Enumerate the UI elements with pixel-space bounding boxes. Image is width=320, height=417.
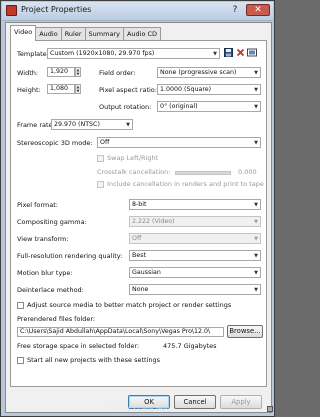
tab-strip: Video Audio Ruler Summary Audio CD — [10, 25, 162, 41]
chevron-down-icon: ▼ — [254, 104, 258, 110]
width-label: Width: — [17, 69, 39, 77]
par-label: Pixel aspect ratio: — [99, 86, 157, 94]
save-icon[interactable] — [223, 48, 233, 58]
frame-rate-value: 29.970 (NTSC) — [54, 121, 100, 128]
view-transform-select[interactable]: Off ▼ — [129, 233, 261, 244]
help-button[interactable]: ? — [228, 4, 242, 16]
stereo-label: Stereoscopic 3D mode: — [17, 139, 93, 147]
crosstalk-slider[interactable] — [175, 171, 231, 175]
adjust-media-label: Adjust source media to better match proj… — [27, 301, 232, 309]
include-checkbox[interactable] — [97, 181, 104, 188]
start-all-checkbox[interactable] — [17, 357, 24, 364]
tab-audio-cd[interactable]: Audio CD — [122, 27, 162, 41]
pixel-format-value: 8-bit — [132, 201, 147, 208]
stereo-value: Off — [100, 139, 110, 146]
chevron-down-icon: ▼ — [254, 70, 258, 76]
window-title: Project Properties — [21, 5, 92, 14]
dialog-window: Project Properties ? ✕ Video Audio Ruler… — [0, 0, 275, 417]
deinterlace-select[interactable]: None ▼ — [129, 284, 261, 295]
image-caption: 516x757 59kb PNG — [107, 406, 170, 414]
title-bar: Project Properties ? ✕ — [2, 2, 273, 21]
crosstalk-label: Crosstalk cancellation: — [97, 168, 171, 176]
crosstalk-value: 0.000 — [238, 168, 257, 176]
chevron-down-icon: ▼ — [254, 202, 258, 208]
chevron-down-icon: ▼ — [126, 122, 130, 128]
browse-button[interactable]: Browse... — [227, 325, 263, 338]
close-button[interactable]: ✕ — [246, 4, 270, 16]
view-transform-label: View transform: — [17, 235, 69, 243]
app-icon — [6, 5, 17, 16]
match-media-icon[interactable] — [247, 48, 257, 58]
free-space-value: 475.7 Gigabytes — [163, 342, 217, 350]
width-spinner[interactable]: ▲ ▼ — [75, 67, 81, 77]
blur-select[interactable]: Gaussian ▼ — [129, 267, 261, 278]
quality-value: Best — [132, 252, 146, 259]
gamma-label: Compositing gamma: — [17, 218, 87, 226]
chevron-down-icon: ▼ — [254, 140, 258, 146]
frame-rate-select[interactable]: 29.970 (NTSC) ▼ — [51, 119, 133, 130]
delete-icon[interactable] — [235, 48, 245, 58]
field-order-value: None (progressive scan) — [160, 69, 237, 76]
field-order-select[interactable]: None (progressive scan) ▼ — [157, 67, 261, 78]
include-label: Include cancellation in renders and prin… — [107, 180, 264, 188]
tab-ruler[interactable]: Ruler — [60, 27, 86, 41]
view-transform-value: Off — [132, 235, 142, 242]
quality-select[interactable]: Best ▼ — [129, 250, 261, 261]
chevron-down-icon: ▼ — [254, 219, 258, 225]
chevron-down-icon: ▼ — [254, 253, 258, 259]
rotation-select[interactable]: 0° (original) ▼ — [157, 101, 261, 112]
stereo-select[interactable]: Off ▼ — [97, 137, 261, 148]
video-panel: Template: Custom (1920x1080, 29.970 fps)… — [10, 40, 267, 387]
prerender-label: Prerendered files folder: — [17, 315, 96, 323]
pixel-format-label: Pixel format: — [17, 201, 58, 209]
template-label: Template: — [17, 50, 49, 58]
par-select[interactable]: 1.0000 (Square) ▼ — [157, 84, 261, 95]
rotation-value: 0° (original) — [160, 103, 198, 110]
deinterlace-value: None — [132, 286, 149, 293]
height-label: Height: — [17, 86, 41, 94]
pixel-format-select[interactable]: 8-bit ▼ — [129, 199, 261, 210]
free-space-label: Free storage space in selected folder: — [17, 342, 140, 350]
quality-label: Full-resolution rendering quality: — [17, 252, 123, 260]
tab-video[interactable]: Video — [10, 25, 37, 41]
dialog-client: Video Audio Ruler Summary Audio CD Templ… — [5, 22, 272, 413]
swap-label: Swap Left/Right — [107, 154, 159, 162]
rotation-label: Output rotation: — [99, 103, 152, 111]
chevron-down-icon: ▼ — [254, 236, 258, 242]
frame-rate-label: Frame rate: — [17, 121, 55, 129]
height-input[interactable]: 1,080 — [47, 84, 75, 94]
template-select[interactable]: Custom (1920x1080, 29.970 fps) ▼ — [47, 48, 220, 59]
gamma-value: 2.222 (Video) — [132, 218, 175, 225]
template-value: Custom (1920x1080, 29.970 fps) — [50, 50, 155, 57]
adjust-media-checkbox[interactable] — [17, 302, 24, 309]
tab-audio[interactable]: Audio — [35, 27, 62, 41]
tab-summary[interactable]: Summary — [84, 27, 124, 41]
chevron-down-icon: ▼ — [254, 87, 258, 93]
par-value: 1.0000 (Square) — [160, 86, 212, 93]
gamma-select[interactable]: 2.222 (Video) ▼ — [129, 216, 261, 227]
prerender-path-input[interactable]: C:\Users\Sajid Abdullah\AppData\Local\So… — [17, 327, 224, 337]
resize-grip — [267, 406, 273, 412]
chevron-down-icon: ▼ — [254, 287, 258, 293]
height-spinner[interactable]: ▲ ▼ — [75, 84, 81, 94]
chevron-down-icon: ▼ — [254, 270, 258, 276]
blur-label: Motion blur type: — [17, 269, 73, 277]
swap-checkbox[interactable] — [97, 155, 104, 162]
deinterlace-label: Deinterlace method: — [17, 286, 84, 294]
blur-value: Gaussian — [132, 269, 161, 276]
chevron-down-icon: ▼ — [213, 51, 217, 57]
field-order-label: Field order: — [99, 69, 136, 77]
start-all-label: Start all new projects with these settin… — [27, 356, 161, 364]
width-input[interactable]: 1,920 — [47, 67, 75, 77]
